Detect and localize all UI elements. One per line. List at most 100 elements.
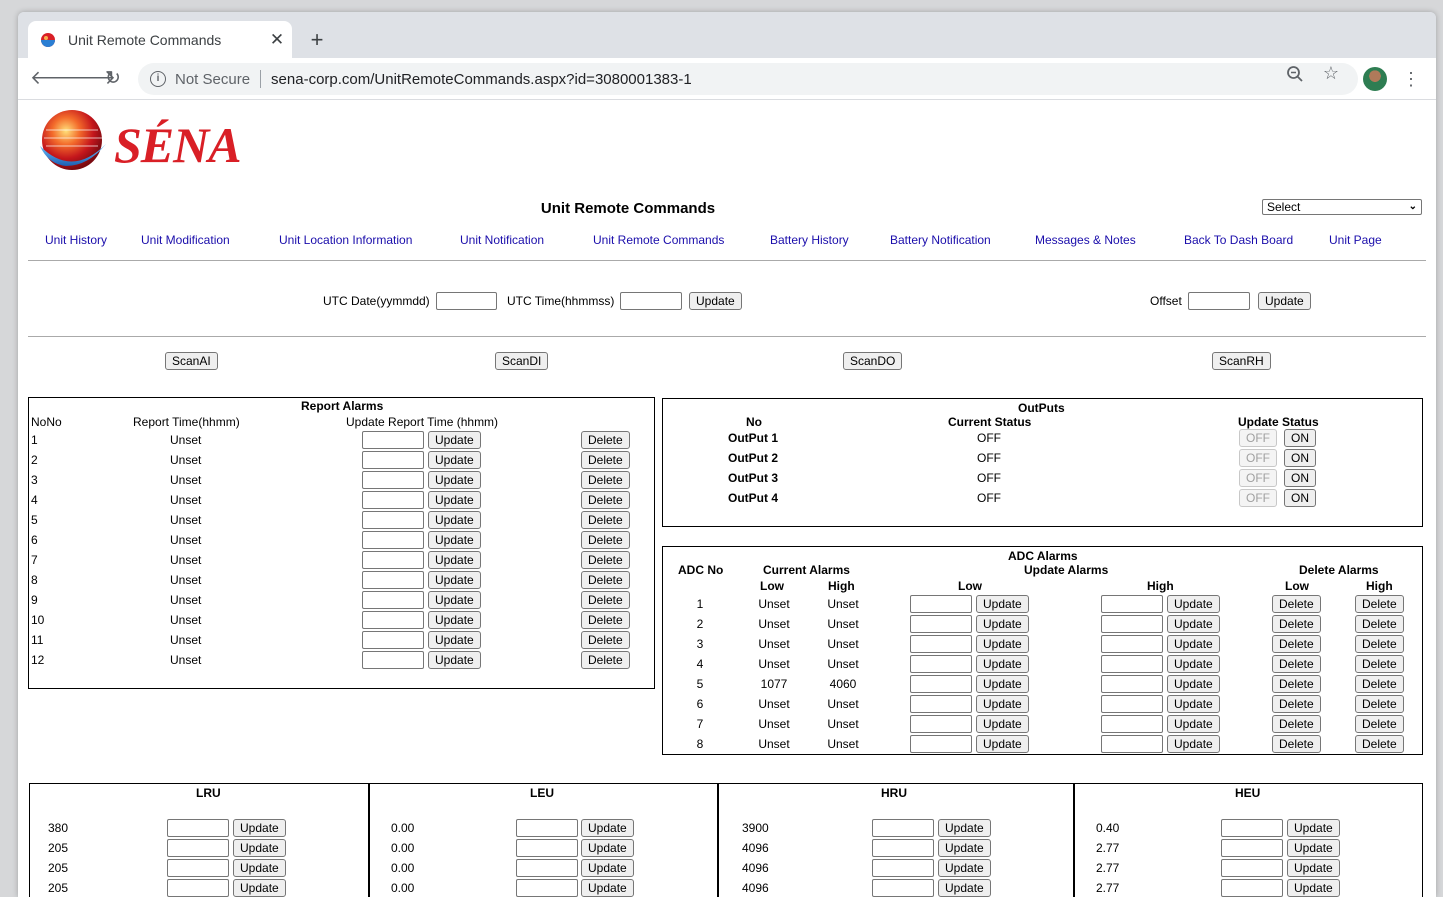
- output-on-button[interactable]: ON: [1284, 469, 1316, 487]
- report-time-input[interactable]: [362, 491, 424, 509]
- back-arrow-icon[interactable]: 🡐: [30, 66, 81, 92]
- zoom-icon[interactable]: [1284, 65, 1306, 88]
- output-on-button[interactable]: ON: [1284, 429, 1316, 447]
- report-update-button[interactable]: Update: [428, 611, 481, 629]
- forward-arrow-icon[interactable]: 🡒: [65, 66, 116, 92]
- adc-high-update-button[interactable]: Update: [1167, 615, 1220, 633]
- bottom-panel-update-button[interactable]: Update: [938, 819, 991, 837]
- nav-link-6[interactable]: Battery Notification: [890, 233, 991, 247]
- report-time-input[interactable]: [362, 511, 424, 529]
- report-time-input[interactable]: [362, 551, 424, 569]
- bottom-panel-update-button[interactable]: Update: [581, 859, 634, 877]
- adc-high-update-button[interactable]: Update: [1167, 715, 1220, 733]
- report-update-button[interactable]: Update: [428, 631, 481, 649]
- output-on-button[interactable]: ON: [1284, 489, 1316, 507]
- report-update-button[interactable]: Update: [428, 551, 481, 569]
- report-update-button[interactable]: Update: [428, 531, 481, 549]
- bottom-panel-input[interactable]: [516, 839, 578, 857]
- bottom-panel-update-button[interactable]: Update: [938, 859, 991, 877]
- adc-delete-high-button[interactable]: Delete: [1355, 635, 1404, 653]
- nav-link-9[interactable]: Unit Page: [1329, 233, 1382, 247]
- adc-high-update-button[interactable]: Update: [1167, 735, 1220, 753]
- adc-high-update-button[interactable]: Update: [1167, 655, 1220, 673]
- adc-low-update-button[interactable]: Update: [976, 655, 1029, 673]
- nav-link-5[interactable]: Battery History: [770, 233, 849, 247]
- info-icon[interactable]: i: [150, 71, 166, 87]
- offset-update-button[interactable]: Update: [1258, 292, 1311, 310]
- adc-low-input[interactable]: [910, 655, 972, 673]
- adc-delete-high-button[interactable]: Delete: [1355, 715, 1404, 733]
- bottom-panel-input[interactable]: [1221, 879, 1283, 897]
- bottom-panel-input[interactable]: [872, 879, 934, 897]
- bottom-panel-update-button[interactable]: Update: [233, 879, 286, 897]
- adc-low-input[interactable]: [910, 615, 972, 633]
- report-update-button[interactable]: Update: [428, 491, 481, 509]
- bottom-panel-input[interactable]: [872, 819, 934, 837]
- new-tab-icon[interactable]: +: [303, 26, 331, 54]
- bottom-panel-update-button[interactable]: Update: [233, 839, 286, 857]
- bottom-panel-input[interactable]: [872, 839, 934, 857]
- nav-link-8[interactable]: Back To Dash Board: [1184, 233, 1293, 247]
- adc-high-input[interactable]: [1101, 735, 1163, 753]
- report-delete-button[interactable]: Delete: [581, 531, 630, 549]
- adc-delete-high-button[interactable]: Delete: [1355, 655, 1404, 673]
- bottom-panel-input[interactable]: [167, 859, 229, 877]
- report-delete-button[interactable]: Delete: [581, 431, 630, 449]
- report-time-input[interactable]: [362, 471, 424, 489]
- address-bar[interactable]: i Not Secure sena-corp.com/UnitRemoteCom…: [138, 63, 1358, 95]
- report-delete-button[interactable]: Delete: [581, 451, 630, 469]
- scan-rh-button[interactable]: ScanRH: [1212, 352, 1271, 370]
- report-delete-button[interactable]: Delete: [581, 591, 630, 609]
- bottom-panel-input[interactable]: [1221, 859, 1283, 877]
- adc-delete-low-button[interactable]: Delete: [1272, 695, 1321, 713]
- adc-high-input[interactable]: [1101, 635, 1163, 653]
- utc-update-button[interactable]: Update: [689, 292, 742, 310]
- nav-link-4[interactable]: Unit Remote Commands: [593, 233, 724, 247]
- report-delete-button[interactable]: Delete: [581, 551, 630, 569]
- bottom-panel-input[interactable]: [872, 859, 934, 877]
- browser-tab[interactable]: Unit Remote Commands ✕: [28, 21, 292, 58]
- adc-delete-high-button[interactable]: Delete: [1355, 615, 1404, 633]
- adc-delete-low-button[interactable]: Delete: [1272, 715, 1321, 733]
- report-time-input[interactable]: [362, 611, 424, 629]
- report-delete-button[interactable]: Delete: [581, 651, 630, 669]
- adc-delete-low-button[interactable]: Delete: [1272, 595, 1321, 613]
- report-delete-button[interactable]: Delete: [581, 571, 630, 589]
- adc-delete-low-button[interactable]: Delete: [1272, 675, 1321, 693]
- report-update-button[interactable]: Update: [428, 591, 481, 609]
- bottom-panel-input[interactable]: [516, 819, 578, 837]
- adc-low-update-button[interactable]: Update: [976, 615, 1029, 633]
- reload-icon[interactable]: ↻: [100, 66, 126, 92]
- report-delete-button[interactable]: Delete: [581, 631, 630, 649]
- utc-time-input[interactable]: [620, 292, 682, 310]
- adc-delete-low-button[interactable]: Delete: [1272, 635, 1321, 653]
- bottom-panel-update-button[interactable]: Update: [1287, 879, 1340, 897]
- bottom-panel-update-button[interactable]: Update: [581, 879, 634, 897]
- nav-link-7[interactable]: Messages & Notes: [1035, 233, 1136, 247]
- profile-avatar[interactable]: [1363, 67, 1387, 91]
- adc-low-update-button[interactable]: Update: [976, 635, 1029, 653]
- adc-high-update-button[interactable]: Update: [1167, 595, 1220, 613]
- bottom-panel-update-button[interactable]: Update: [233, 859, 286, 877]
- adc-high-update-button[interactable]: Update: [1167, 635, 1220, 653]
- adc-low-update-button[interactable]: Update: [976, 735, 1029, 753]
- report-update-button[interactable]: Update: [428, 451, 481, 469]
- url-text[interactable]: sena-corp.com/UnitRemoteCommands.aspx?id…: [271, 71, 692, 88]
- bottom-panel-input[interactable]: [167, 819, 229, 837]
- report-delete-button[interactable]: Delete: [581, 611, 630, 629]
- report-time-input[interactable]: [362, 431, 424, 449]
- report-update-button[interactable]: Update: [428, 511, 481, 529]
- more-menu-icon[interactable]: ⋮: [1402, 66, 1420, 92]
- scan-di-button[interactable]: ScanDI: [495, 352, 549, 370]
- output-on-button[interactable]: ON: [1284, 449, 1316, 467]
- bottom-panel-update-button[interactable]: Update: [1287, 839, 1340, 857]
- adc-high-input[interactable]: [1101, 675, 1163, 693]
- adc-low-update-button[interactable]: Update: [976, 595, 1029, 613]
- adc-low-input[interactable]: [910, 715, 972, 733]
- bottom-panel-input[interactable]: [167, 839, 229, 857]
- nav-link-0[interactable]: Unit History: [45, 233, 107, 247]
- adc-high-update-button[interactable]: Update: [1167, 695, 1220, 713]
- adc-delete-low-button[interactable]: Delete: [1272, 735, 1321, 753]
- report-delete-button[interactable]: Delete: [581, 491, 630, 509]
- adc-high-input[interactable]: [1101, 615, 1163, 633]
